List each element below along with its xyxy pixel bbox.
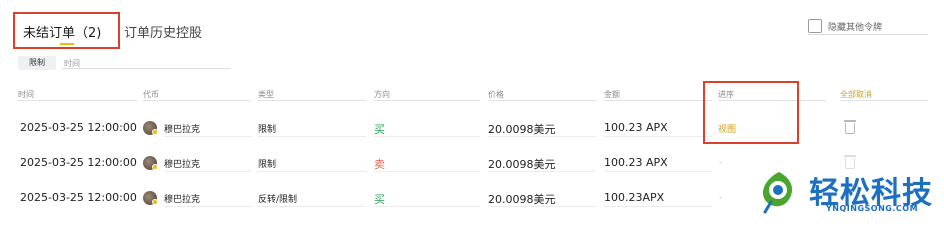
active-tab-indicator	[60, 43, 74, 45]
cell-underline	[488, 136, 596, 137]
cell-underline	[164, 171, 252, 172]
col-type: 类型	[258, 90, 274, 99]
cell-underline	[604, 171, 712, 172]
col-coin: 代币	[143, 90, 159, 99]
cell-underline	[374, 171, 480, 172]
cell-underline	[374, 206, 480, 207]
order-placeholder: -	[719, 158, 723, 168]
coin-badge-icon	[152, 199, 158, 205]
tab-open-orders[interactable]: 未结订单（2)	[13, 12, 120, 49]
coin-name: 穆巴拉克	[164, 195, 201, 205]
col-divider	[18, 100, 138, 101]
coin-badge-icon	[152, 129, 158, 135]
col-side: 方向	[374, 90, 390, 99]
hide-other-tokens-checkbox[interactable]	[808, 19, 822, 33]
tab-open-orders-label: 未结订单（2)	[23, 26, 102, 41]
cell-underline	[164, 136, 252, 137]
col-divider	[488, 100, 596, 101]
order-price: 20.0098美元	[488, 158, 556, 171]
order-placeholder: -	[719, 193, 723, 203]
order-time: 2025-03-25 12:00:00	[20, 191, 137, 204]
cell-underline	[604, 206, 712, 207]
order-side: 买	[374, 193, 385, 206]
watermark: 轻松科技 YNQINGSONG.COM	[757, 166, 943, 214]
col-divider	[840, 100, 928, 101]
coin-badge-icon	[152, 164, 158, 170]
order-column-highlight	[703, 81, 799, 144]
cell-underline	[374, 136, 480, 137]
time-filter-underline	[62, 68, 230, 69]
order-price: 20.0098美元	[488, 193, 556, 206]
watermark-subtitle: YNQINGSONG.COM	[826, 204, 919, 213]
cell-underline	[488, 206, 596, 207]
col-divider	[374, 100, 480, 101]
col-divider	[258, 100, 366, 101]
cell-underline	[258, 206, 366, 207]
coin-name: 穆巴拉克	[164, 160, 201, 170]
order-time: 2025-03-25 12:00:00	[20, 121, 137, 134]
order-side: 买	[374, 123, 385, 136]
leaf-logo-icon	[762, 172, 793, 214]
cell-underline	[604, 136, 712, 137]
cancel-all-button[interactable]: 全部取消	[840, 89, 872, 100]
cell-underline	[258, 136, 366, 137]
filter-limit-chip[interactable]: 限制	[18, 56, 56, 70]
trash-icon[interactable]	[844, 120, 856, 134]
hide-other-tokens-label: 隐藏其他令牌	[828, 23, 883, 33]
tab-order-history[interactable]: 订单历史控股	[124, 22, 202, 41]
order-amount: 100.23 APX	[604, 156, 668, 169]
order-type: 限制	[258, 125, 277, 135]
order-amount: 100.23APX	[604, 191, 665, 204]
col-divider	[143, 100, 251, 101]
col-price: 价格	[488, 90, 504, 99]
cell-underline	[258, 171, 366, 172]
coin-name: 穆巴拉克	[164, 125, 201, 135]
order-type: 反转/限制	[258, 195, 298, 205]
order-price: 20.0098美元	[488, 123, 556, 136]
col-amount: 金额	[604, 90, 620, 99]
order-amount: 100.23 APX	[604, 121, 668, 134]
col-divider	[604, 100, 712, 101]
cell-underline	[488, 171, 596, 172]
divider	[808, 34, 928, 35]
order-type: 限制	[258, 160, 277, 170]
order-time: 2025-03-25 12:00:00	[20, 156, 137, 169]
col-time: 时间	[18, 90, 34, 99]
order-side: 卖	[374, 158, 385, 171]
order-tabs: 未结订单（2) 订单历史控股	[0, 0, 944, 49]
cell-underline	[164, 206, 252, 207]
